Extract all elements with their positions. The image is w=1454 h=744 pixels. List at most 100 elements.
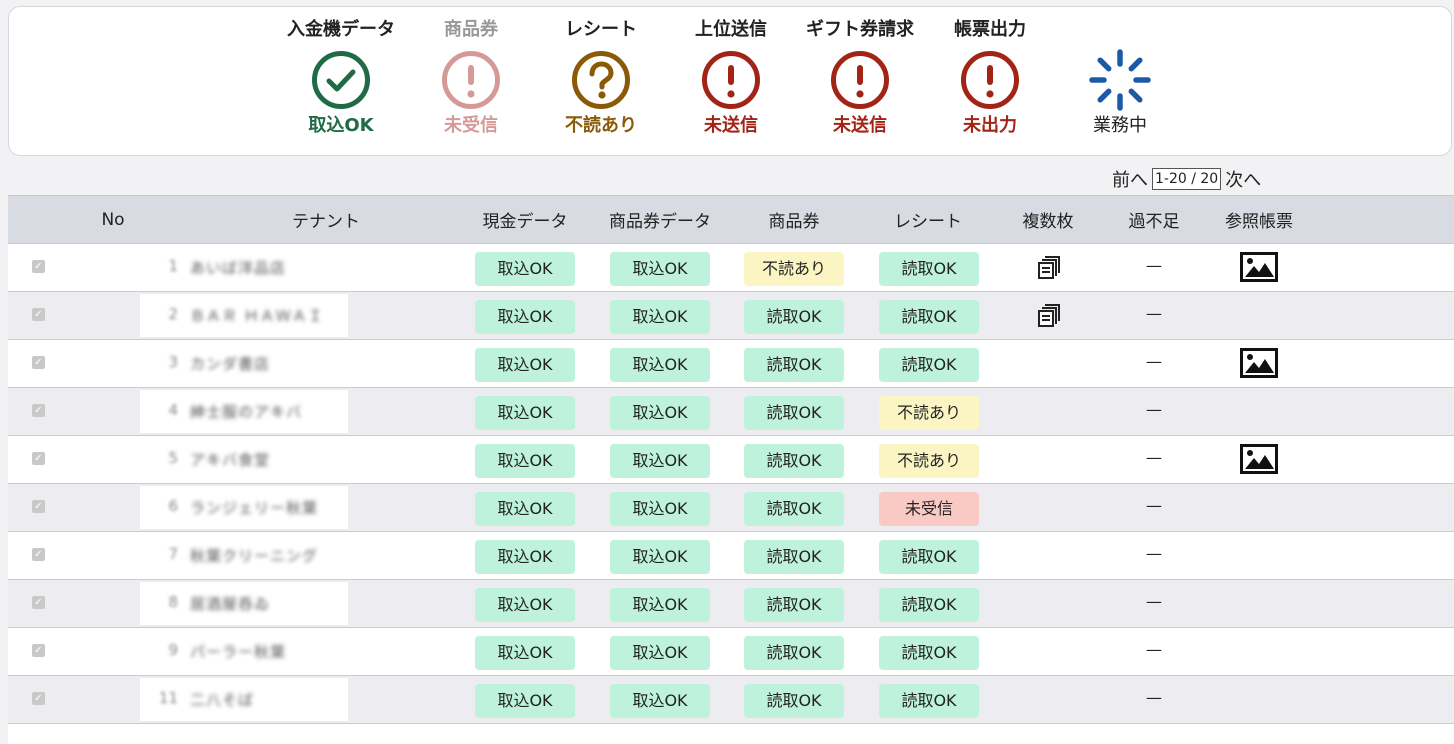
cash-status-badge[interactable]: 取込OK — [475, 492, 575, 526]
tenant-name[interactable]: 秋葉クリーニング — [190, 545, 318, 566]
voucher-status-badge[interactable]: 読取OK — [744, 396, 844, 430]
receipt-status-badge[interactable]: 読取OK — [879, 684, 979, 718]
cash-status-badge[interactable]: 取込OK — [475, 300, 575, 334]
exclamation-circle-icon — [406, 47, 536, 113]
header-voucher-data[interactable]: 商品券データ — [609, 207, 711, 232]
status-deposit-machine[interactable]: 入金機データ 取込OK — [276, 17, 406, 139]
table-row[interactable]: ✓ 3 カンダ書店 取込OK 取込OK 読取OK 読取OK — — [8, 339, 1454, 387]
header-no[interactable]: No — [101, 210, 124, 230]
receipt-status-badge[interactable]: 読取OK — [879, 588, 979, 622]
table-row[interactable]: ✓ 6 ランジェリー秋葉 取込OK 取込OK 読取OK 未受信 — — [8, 483, 1454, 531]
table-row[interactable]: ✓ 7 秋葉クリーニング 取込OK 取込OK 読取OK 読取OK — — [8, 531, 1454, 579]
row-checkbox[interactable]: ✓ — [32, 548, 45, 561]
status-receipt[interactable]: レシート 不読あり — [536, 17, 666, 139]
status-upstream-send[interactable]: 上位送信 未送信 — [666, 17, 796, 139]
tenant-name[interactable]: ＢＡＲ ＨＡＷＡＩ — [190, 305, 324, 326]
header-voucher[interactable]: 商品券 — [769, 207, 820, 232]
tenant-name[interactable]: 二八そば — [190, 689, 254, 710]
voucher-status-badge[interactable]: 読取OK — [744, 684, 844, 718]
voucher-data-status-badge[interactable]: 取込OK — [610, 252, 710, 286]
row-checkbox[interactable]: ✓ — [32, 404, 45, 417]
voucher-data-status-badge[interactable]: 取込OK — [610, 684, 710, 718]
voucher-status-badge[interactable]: 読取OK — [744, 540, 844, 574]
header-reference[interactable]: 参照帳票 — [1225, 207, 1293, 232]
table-row[interactable]: ✓ 11 二八そば 取込OK 取込OK 読取OK 読取OK — — [8, 675, 1454, 723]
image-icon[interactable] — [1240, 348, 1278, 382]
table-row[interactable]: ✓ 4 紳士服のアキバ 取込OK 取込OK 読取OK 不読あり — — [8, 387, 1454, 435]
status-title: 上位送信 — [695, 19, 767, 40]
row-checkbox[interactable]: ✓ — [32, 596, 45, 609]
voucher-status-badge[interactable]: 読取OK — [744, 348, 844, 382]
status-voucher[interactable]: 商品券 未受信 — [406, 17, 536, 139]
receipt-status-badge[interactable]: 不読あり — [879, 396, 979, 430]
receipt-status-badge[interactable]: 読取OK — [879, 348, 979, 382]
voucher-data-status-badge[interactable]: 取込OK — [610, 396, 710, 430]
voucher-data-status-badge[interactable]: 取込OK — [610, 492, 710, 526]
status-in-business[interactable]: 業務中 — [1055, 17, 1185, 139]
cash-status-badge[interactable]: 取込OK — [475, 684, 575, 718]
tenant-name[interactable]: アキバ食堂 — [190, 449, 270, 470]
voucher-status-badge[interactable]: 不読あり — [744, 252, 844, 286]
row-checkbox[interactable]: ✓ — [32, 644, 45, 657]
check-circle-icon — [276, 47, 406, 113]
voucher-status-badge[interactable]: 読取OK — [744, 300, 844, 334]
row-checkbox[interactable]: ✓ — [32, 692, 45, 705]
voucher-data-status-badge[interactable]: 取込OK — [610, 540, 710, 574]
receipt-status-badge[interactable]: 不読あり — [879, 444, 979, 478]
header-tenant[interactable]: テナント — [292, 207, 360, 232]
receipt-status-badge[interactable]: 読取OK — [879, 636, 979, 670]
table-row[interactable]: ✓ 1 あいば洋品店 取込OK 取込OK 不読あり 読取OK — — [8, 243, 1454, 291]
voucher-data-status-badge[interactable]: 取込OK — [610, 444, 710, 478]
tenant-name[interactable]: 居酒屋呑ゐ — [190, 593, 270, 614]
cash-status-badge[interactable]: 取込OK — [475, 636, 575, 670]
voucher-data-status-badge[interactable]: 取込OK — [610, 588, 710, 622]
tenant-name[interactable]: ランジェリー秋葉 — [190, 497, 318, 518]
cash-status-badge[interactable]: 取込OK — [475, 588, 575, 622]
cash-status-badge[interactable]: 取込OK — [475, 540, 575, 574]
shortage-value: — — [1146, 640, 1162, 659]
tenant-name[interactable]: パーラー秋葉 — [190, 641, 286, 662]
voucher-status-badge[interactable]: 読取OK — [744, 492, 844, 526]
receipt-status-badge[interactable]: 読取OK — [879, 540, 979, 574]
header-multiple[interactable]: 複数枚 — [1023, 207, 1074, 232]
table-row[interactable]: ✓ 2 ＢＡＲ ＨＡＷＡＩ 取込OK 取込OK 読取OK 読取OK — — [8, 291, 1454, 339]
multiple-sheets-icon[interactable] — [1036, 254, 1062, 284]
voucher-status-badge[interactable]: 読取OK — [744, 636, 844, 670]
cash-status-badge[interactable]: 取込OK — [475, 252, 575, 286]
tenant-name[interactable]: カンダ書店 — [190, 353, 270, 374]
table-row[interactable]: ✓ 8 居酒屋呑ゐ 取込OK 取込OK 読取OK 読取OK — — [8, 579, 1454, 627]
status-gift-billing[interactable]: ギフト券請求 未送信 — [795, 17, 925, 139]
shortage-value: — — [1146, 496, 1162, 515]
table-row[interactable] — [8, 723, 1454, 744]
shortage-value: — — [1146, 544, 1162, 563]
row-checkbox[interactable]: ✓ — [32, 308, 45, 321]
receipt-status-badge[interactable]: 読取OK — [879, 300, 979, 334]
multiple-sheets-icon[interactable] — [1036, 302, 1062, 332]
cash-status-badge[interactable]: 取込OK — [475, 396, 575, 430]
voucher-data-status-badge[interactable]: 取込OK — [610, 348, 710, 382]
row-checkbox[interactable]: ✓ — [32, 260, 45, 273]
status-report-output[interactable]: 帳票出力 未出力 — [925, 17, 1055, 139]
tenant-name[interactable]: あいば洋品店 — [190, 257, 286, 278]
next-page-link[interactable]: 次へ — [1225, 166, 1261, 192]
image-icon[interactable] — [1240, 252, 1278, 286]
cash-status-badge[interactable]: 取込OK — [475, 444, 575, 478]
voucher-data-status-badge[interactable]: 取込OK — [610, 300, 710, 334]
receipt-status-badge[interactable]: 未受信 — [879, 492, 979, 526]
tenant-name[interactable]: 紳士服のアキバ — [190, 401, 302, 422]
voucher-status-badge[interactable]: 読取OK — [744, 588, 844, 622]
table-row[interactable]: ✓ 5 アキバ食堂 取込OK 取込OK 読取OK 不読あり — — [8, 435, 1454, 483]
cash-status-badge[interactable]: 取込OK — [475, 348, 575, 382]
header-cash-data[interactable]: 現金データ — [483, 207, 568, 232]
row-checkbox[interactable]: ✓ — [32, 452, 45, 465]
prev-page-link[interactable]: 前へ — [1112, 166, 1148, 192]
row-checkbox[interactable]: ✓ — [32, 500, 45, 513]
header-shortage[interactable]: 過不足 — [1129, 207, 1180, 232]
header-receipt[interactable]: レシート — [894, 207, 962, 232]
receipt-status-badge[interactable]: 読取OK — [879, 252, 979, 286]
row-checkbox[interactable]: ✓ — [32, 356, 45, 369]
voucher-data-status-badge[interactable]: 取込OK — [610, 636, 710, 670]
image-icon[interactable] — [1240, 444, 1278, 478]
voucher-status-badge[interactable]: 読取OK — [744, 444, 844, 478]
table-row[interactable]: ✓ 9 パーラー秋葉 取込OK 取込OK 読取OK 読取OK — — [8, 627, 1454, 675]
